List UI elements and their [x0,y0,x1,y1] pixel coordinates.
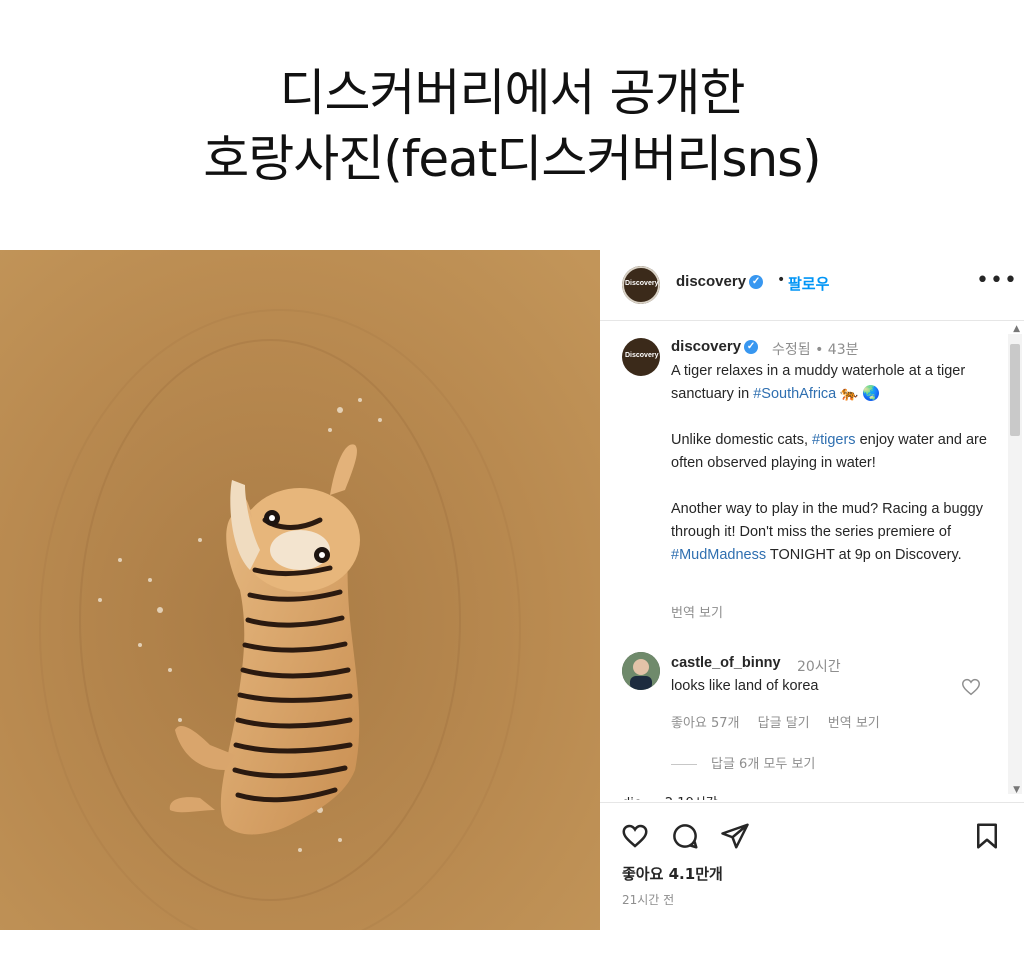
posted-time: 21시간 전 [622,893,675,907]
follow-button[interactable]: 팔로우 [788,273,829,294]
post-header: Discovery discovery ✓ • 팔로우 ••• [600,250,1024,321]
more-icon[interactable]: ••• [976,268,1018,293]
hashtag-mudmadness[interactable]: #MudMadness [671,547,766,563]
comment-translate-button[interactable]: 번역 보기 [828,716,880,731]
view-replies[interactable]: 답글 6개 모두 보기 [671,753,815,772]
caption-paragraph-3: Another way to play in the mud? Racing a… [671,498,991,567]
comment-icon[interactable] [670,821,700,851]
verified-icon: ✓ [749,275,764,290]
comment-time: 20시간 [797,659,841,675]
caption-avatar[interactable]: Discovery [622,338,660,376]
share-icon[interactable] [720,821,750,851]
partial-comment-row: die_... 2 19시간 [622,792,718,800]
caption-emoji: 🐅 🌏 [840,386,881,402]
action-bar: 좋아요 4.1만개 21시간 전 [600,802,1024,931]
likes-count[interactable]: 좋아요 4.1만개 [622,863,723,884]
caption-avatar-logo: Discovery [625,352,659,359]
caption-username[interactable]: discovery ✓ [671,338,759,355]
comments-scroll-area[interactable]: Discovery discovery ✓ 수정됨 • 43분 A tiger r… [600,322,1024,802]
caption-paragraph-1: A tiger relaxes in a muddy waterhole at … [671,360,991,406]
headline-line-1: 디스커버리에서 공개한 [279,64,746,122]
comment-reply-button[interactable]: 답글 달기 [758,716,810,731]
hashtag-southafrica[interactable]: #SouthAfrica [753,386,836,402]
scrollbar-thumb[interactable] [1010,344,1020,436]
comment-heart-icon[interactable] [960,676,982,698]
scroll-down-icon[interactable]: ▼ [1013,785,1020,795]
bookmark-icon[interactable] [972,821,1002,851]
caption-paragraph-2: Unlike domestic cats, #tigers enjoy wate… [671,429,991,475]
verified-icon: ✓ [744,340,759,355]
scrollbar[interactable] [1008,334,1022,794]
comment-actions: 좋아요 57개 답글 달기 번역 보기 [671,712,894,731]
replies-divider [671,764,697,765]
heart-icon[interactable] [620,821,650,851]
avatar-logo: Discovery [625,280,659,287]
comment-avatar[interactable] [622,652,660,690]
caption-text-2a: Unlike domestic cats, [671,432,813,448]
headline-line-2: 호랑사진(feat디스커버리sns) [203,130,821,188]
post-photo[interactable] [0,250,600,930]
tiger-photo [0,250,600,930]
comment-avatar-image [622,652,660,690]
comment-username[interactable]: castle_of_binny [671,655,781,671]
scroll-up-icon[interactable]: ▲ [1013,324,1020,334]
caption-text: A tiger relaxes in a muddy waterhole at … [671,360,991,590]
view-replies-label[interactable]: 답글 6개 모두 보기 [711,757,815,772]
header-separator: • [777,272,786,288]
avatar[interactable]: Discovery [622,266,660,304]
header-username[interactable]: discovery ✓ [676,273,764,290]
caption-username-text[interactable]: discovery [671,338,741,355]
post-panel: Discovery discovery ✓ • 팔로우 ••• Discovery… [600,250,1024,931]
caption-meta: 수정됨 • 43분 [772,342,859,358]
header-username-text[interactable]: discovery [676,273,746,290]
hashtag-tigers[interactable]: #tigers [812,432,856,448]
headline: 디스커버리에서 공개한 호랑사진(feat디스커버리sns) [0,60,1024,192]
comment-text: looks like land of korea [671,678,819,694]
caption-text-3a: Another way to play in the mud? Racing a… [671,501,983,540]
translate-caption-link[interactable]: 번역 보기 [671,602,723,621]
caption-text-3b: TONIGHT at 9p on Discovery. [766,547,962,563]
comment-likes[interactable]: 좋아요 57개 [671,716,740,731]
